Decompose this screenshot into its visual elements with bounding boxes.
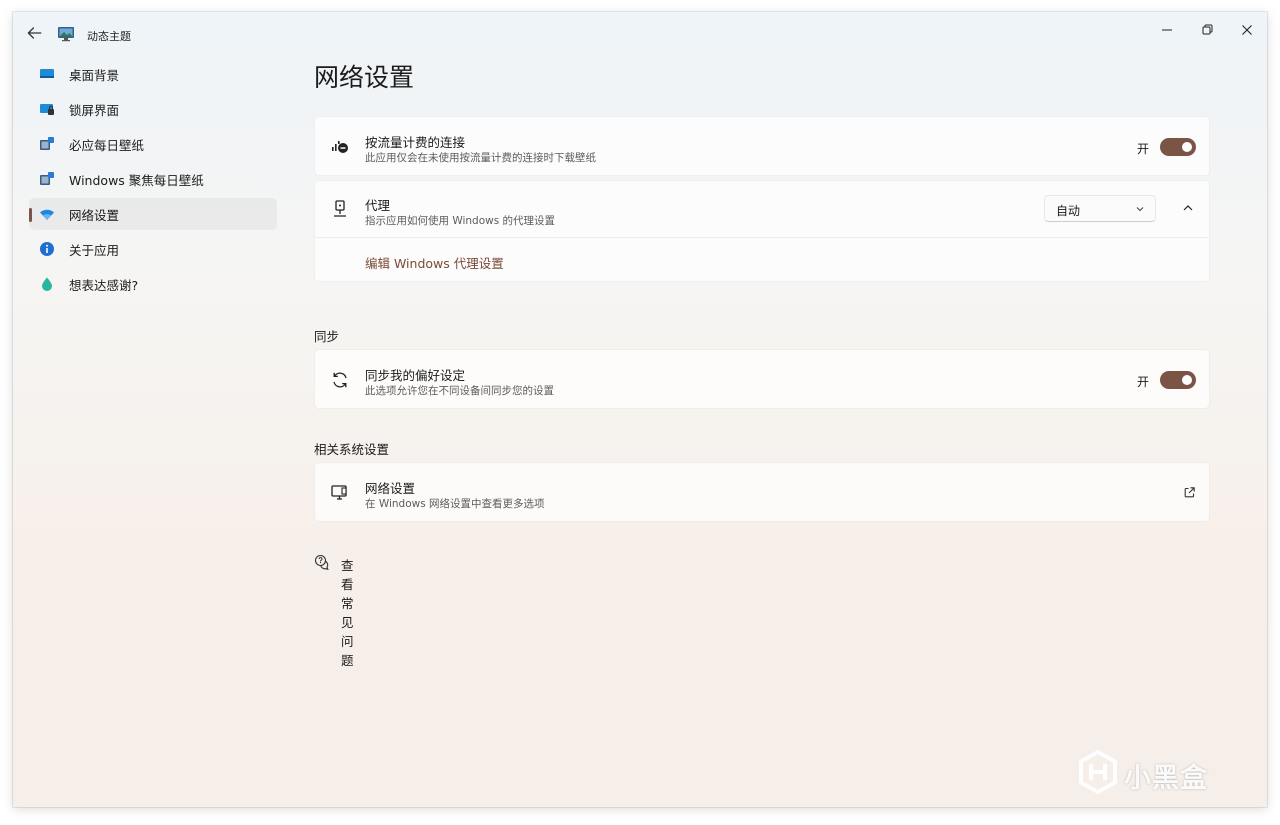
sidebar-item-thanks[interactable]: 想表达感谢? [29,268,277,300]
toggle-knob [1182,375,1192,385]
window-title: 动态主题 [87,30,131,43]
dropdown-selected-value: 自动 [1056,204,1081,218]
sidebar-item-label: 想表达感谢? [69,277,139,293]
external-link-icon [1184,487,1195,498]
lockscreen-icon [39,101,55,117]
selected-indicator [29,208,32,222]
card-divider [315,237,1209,238]
sync-preferences-card: 同步我的偏好设定 此选项允许您在不同设备间同步您的设置 开 [314,349,1210,409]
desktop-icon [39,66,55,82]
related-network-settings-card[interactable]: 网络设置 在 Windows 网络设置中查看更多选项 [314,462,1210,522]
sidebar-item-desktop-background[interactable]: 桌面背景 [29,58,277,90]
sync-preferences-toggle[interactable] [1160,371,1196,389]
edit-proxy-settings-link[interactable]: 编辑 Windows 代理设置 [365,253,504,272]
page-title: 网络设置 [314,63,415,92]
sync-title: 同步我的偏好设定 [365,368,466,383]
sidebar-item-spotlight-wallpaper[interactable]: Windows 聚焦每日壁纸 [29,163,277,195]
proxy-mode-dropdown[interactable]: 自动 [1044,195,1156,222]
title-bar: 动态主题 [13,12,1267,54]
sidebar-item-label: 桌面背景 [69,67,120,83]
faq-label: 查看常见问题 [341,558,354,668]
app-icon [58,27,74,42]
metered-connection-toggle[interactable] [1160,138,1196,156]
proxy-icon [334,200,346,217]
watermark: 小黑盒 [1078,748,1248,798]
sidebar-item-lock-screen[interactable]: 锁屏界面 [29,93,277,125]
sidebar-item-label: Windows 聚焦每日壁纸 [69,172,204,188]
back-arrow-icon[interactable] [25,24,43,42]
related-network-title: 网络设置 [365,481,416,496]
sidebar-item-network-settings[interactable]: 网络设置 [29,198,277,230]
heybox-logo-icon [1079,750,1117,794]
app-window: 动态主题 桌面背景 锁屏界面 必应每日壁纸 Windows 聚焦每日壁纸 网络设… [13,12,1267,807]
related-settings-header: 相关系统设置 [314,442,390,457]
close-icon[interactable] [1237,20,1257,40]
bing-wallpaper-icon [39,136,55,152]
sidebar-item-label: 锁屏界面 [69,102,120,118]
minimize-icon[interactable] [1157,20,1177,40]
sidebar-item-label: 必应每日壁纸 [69,137,145,153]
info-icon [39,241,55,257]
sidebar-item-label: 网络设置 [69,207,120,223]
sync-section-header: 同步 [314,329,340,344]
metered-connection-title: 按流量计费的连接 [365,135,466,150]
network-monitor-icon [331,485,347,500]
proxy-card: 代理 指示应用如何使用 Windows 的代理设置 自动 编辑 Windows … [314,180,1210,282]
metered-connection-desc: 此应用仅会在未使用按流量计费的连接时下载壁纸 [365,152,596,164]
sidebar-nav: 桌面背景 锁屏界面 必应每日壁纸 Windows 聚焦每日壁纸 网络设置 关于应… [29,58,277,303]
sync-toggle-label: 开 [1137,375,1150,389]
sync-icon [333,372,347,388]
watermark-text: 小黑盒 [1124,763,1208,794]
proxy-title: 代理 [365,198,391,213]
sidebar-item-about[interactable]: 关于应用 [29,233,277,265]
metered-toggle-label: 开 [1137,142,1150,156]
sidebar-item-bing-wallpaper[interactable]: 必应每日壁纸 [29,128,277,160]
sync-desc: 此选项允许您在不同设备间同步您的设置 [365,385,554,397]
help-chat-icon [314,554,329,570]
toggle-knob [1182,142,1192,152]
chevron-down-icon [1136,207,1144,212]
restore-icon[interactable] [1197,20,1217,40]
related-network-desc: 在 Windows 网络设置中查看更多选项 [365,498,545,510]
spotlight-wallpaper-icon [39,171,55,187]
metered-connection-icon [332,141,348,153]
thanks-icon [39,276,55,292]
metered-connection-card: 按流量计费的连接 此应用仅会在未使用按流量计费的连接时下载壁纸 开 [314,116,1210,176]
network-icon [39,206,55,222]
sidebar-item-label: 关于应用 [69,242,120,258]
chevron-up-icon[interactable] [1181,201,1195,215]
proxy-desc: 指示应用如何使用 Windows 的代理设置 [365,215,556,227]
